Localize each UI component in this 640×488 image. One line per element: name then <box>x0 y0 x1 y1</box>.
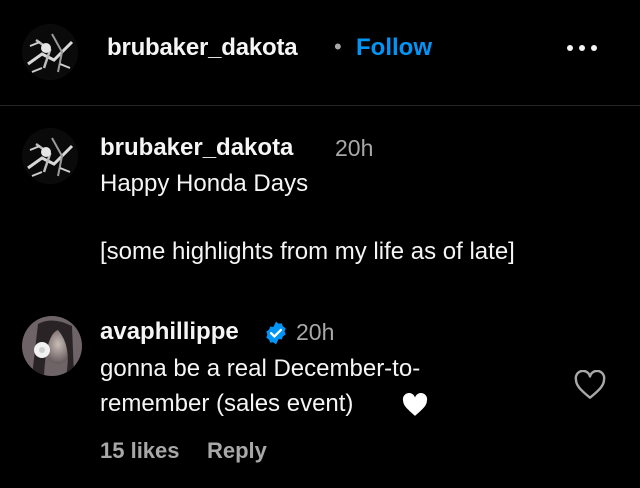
comment-likes-count[interactable]: 15 likes <box>100 438 180 464</box>
separator-dot: • <box>334 34 342 59</box>
heart-outline-icon[interactable] <box>574 369 606 400</box>
reply-button[interactable]: Reply <box>207 438 267 464</box>
follow-button[interactable]: Follow <box>356 34 432 62</box>
comment-text-line: remember (sales event) <box>100 390 354 417</box>
caption-text-line: [some highlights from my life as of late… <box>100 238 515 265</box>
comments-panel: brubaker_dakota • Follow brubaker_dakota… <box>0 0 640 488</box>
caption-author-avatar[interactable] <box>22 128 78 184</box>
author-avatar[interactable] <box>22 24 78 80</box>
commenter-username[interactable]: avaphillippe <box>100 318 239 346</box>
commenter-avatar[interactable] <box>22 316 82 376</box>
comment-text-line: gonna be a real December-to- <box>100 355 421 382</box>
post-header: brubaker_dakota • Follow <box>0 0 640 106</box>
white-heart-icon <box>402 393 428 417</box>
caption-text-line: Happy Honda Days <box>100 170 309 197</box>
header-username[interactable]: brubaker_dakota <box>107 34 298 62</box>
more-horizontal-icon[interactable] <box>564 36 600 60</box>
verified-badge-icon <box>263 320 289 346</box>
caption-timestamp: 20h <box>335 135 374 161</box>
caption-username[interactable]: brubaker_dakota <box>100 134 293 162</box>
comment-timestamp: 20h <box>296 319 335 345</box>
